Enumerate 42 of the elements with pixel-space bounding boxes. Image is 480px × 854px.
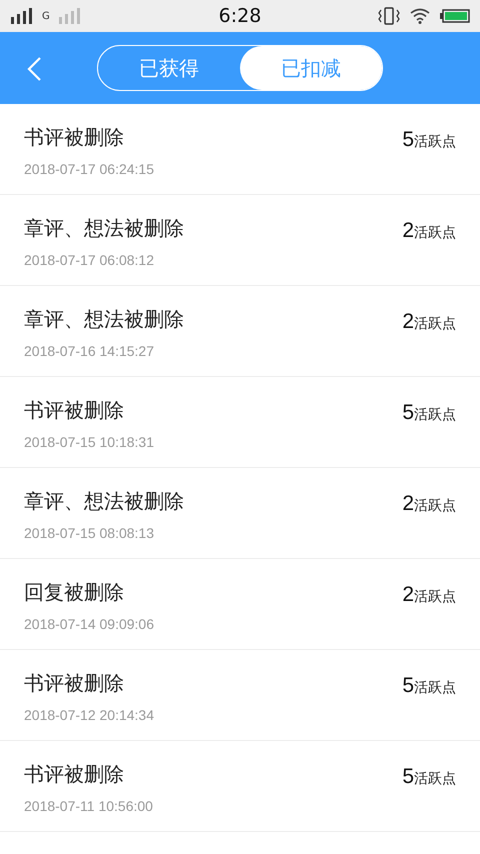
record-title: 书评被删除 — [24, 761, 125, 788]
record-title: 章评、想法被删除 — [24, 306, 184, 333]
tab[interactable]: 已获得 — [98, 46, 240, 90]
record-title: 书评被删除 — [24, 397, 125, 424]
points-unit: 活跃点 — [414, 133, 456, 151]
record-time: 2018-07-12 20:14:34 — [24, 707, 154, 723]
record-title: 书评被删除 — [24, 124, 125, 151]
points-value: 2 — [402, 310, 414, 334]
signal-icon — [10, 8, 34, 24]
points-unit: 活跃点 — [414, 224, 456, 242]
clock: 6:28 — [218, 5, 262, 27]
points-value: 2 — [402, 219, 414, 243]
record-title: 章评、想法被删除 — [24, 488, 184, 515]
tab[interactable]: 已扣减 — [240, 46, 382, 90]
points-unit: 活跃点 — [414, 406, 456, 424]
points-value: 5 — [402, 765, 414, 789]
vibrate-icon — [378, 7, 400, 25]
record-time: 2018-07-17 06:24:15 — [24, 161, 154, 177]
points-unit: 活跃点 — [414, 588, 456, 606]
points-value: 2 — [402, 492, 414, 516]
points-value: 2 — [402, 583, 414, 607]
points-value: 5 — [402, 401, 414, 425]
record-time: 2018-07-14 09:09:06 — [24, 616, 154, 632]
wifi-icon — [410, 8, 430, 24]
record-time: 2018-07-17 06:08:12 — [24, 252, 155, 268]
signal-icon — [58, 8, 82, 24]
points-value: 5 — [402, 674, 414, 698]
record-time: 2018-07-11 10:56:00 — [24, 798, 153, 814]
record-title: 书评被删除 — [24, 670, 125, 697]
points-value: 5 — [402, 128, 414, 152]
record-title: 回复被删除 — [24, 579, 125, 606]
record-time: 2018-07-16 14:15:27 — [24, 343, 155, 359]
network-type: G — [42, 10, 50, 22]
back-icon[interactable] — [26, 56, 42, 82]
points-unit: 活跃点 — [414, 679, 456, 697]
points-unit: 活跃点 — [414, 315, 456, 333]
points-unit: 活跃点 — [414, 497, 456, 515]
record-time: 2018-07-15 08:08:13 — [24, 525, 155, 541]
record-title: 章评、想法被删除 — [24, 215, 184, 242]
battery-icon — [440, 9, 470, 23]
points-unit: 活跃点 — [414, 770, 456, 788]
record-time: 2018-07-15 10:18:31 — [24, 434, 154, 450]
